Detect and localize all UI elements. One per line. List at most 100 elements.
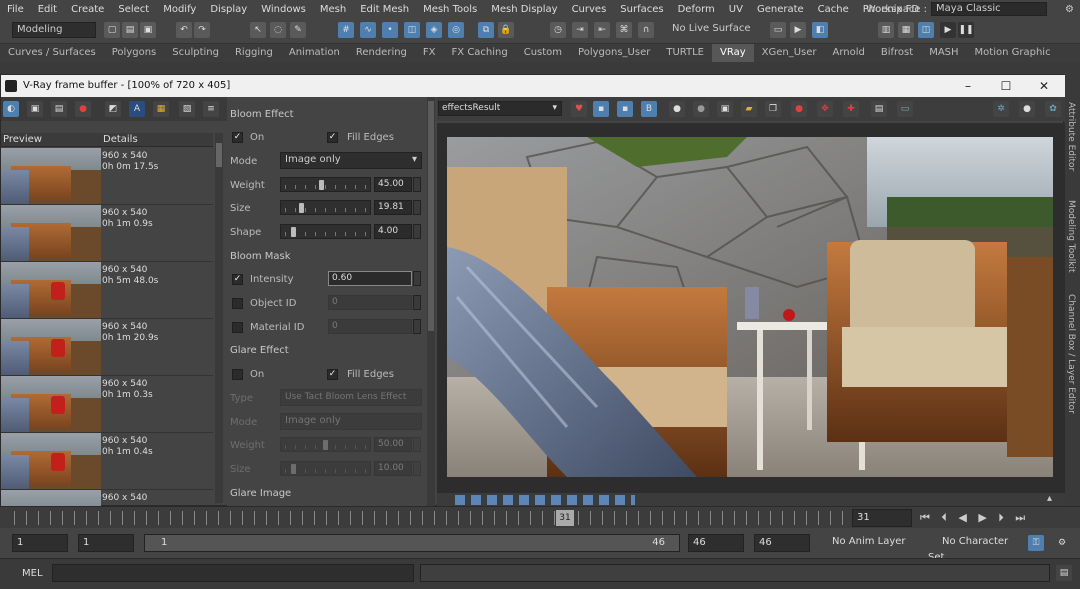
slider-knob[interactable] [290,227,296,237]
sidebyside-icon[interactable]: ▧ [179,101,195,117]
history-item[interactable]: 960 x 540 0h 1m 0.9s [1,205,213,262]
menu-icon[interactable]: ≡ [203,101,219,117]
construction-history-icon[interactable]: ⌘ [616,22,632,38]
glare-weight-spinner[interactable] [413,437,421,452]
ipr-render-icon[interactable]: ▶ [790,22,806,38]
glare-size-field[interactable]: 10.00 [374,461,412,476]
shelf-tab-motion-graphic[interactable]: Motion Graphic [967,44,1059,62]
snap-surface-icon[interactable]: ◈ [426,22,442,38]
shelf-tab-curves-surfaces[interactable]: Curves / Surfaces [0,44,104,62]
sidebar-toggle-1-icon[interactable]: ▥ [878,22,894,38]
bloom-mode-dropdown[interactable]: Image only ▾ [280,152,422,169]
tab-attribute-editor[interactable]: Attribute Editor [1066,102,1076,171]
playback-controls[interactable]: ⏮ ⏴ ◀ ▶ ⏵ ⏭ [920,511,1029,525]
interactive-render-icon[interactable]: ✲ [993,101,1009,117]
command-input[interactable] [52,564,414,582]
object-id-field[interactable]: 0 [328,295,412,310]
history-scrollbar[interactable] [215,133,223,503]
object-id-checkbox[interactable] [232,298,243,309]
start-render-icon[interactable]: ✿ [1045,101,1061,117]
bloom-weight-spinner[interactable] [413,177,421,192]
shelf-tab-xgen-user[interactable]: XGen_User [754,44,825,62]
new-scene-icon[interactable]: ▢ [104,22,120,38]
shelf-tab-animation[interactable]: Animation [281,44,348,62]
shelf-tab-custom[interactable]: Custom [516,44,570,62]
current-frame-marker[interactable]: 31 [556,510,574,526]
render-viewport[interactable] [437,123,1065,493]
snap-live-icon[interactable]: ◎ [448,22,464,38]
play-icon[interactable]: ▶ [940,22,956,38]
menu-mesh[interactable]: Mesh [313,4,353,15]
channel-dropdown[interactable]: effectsResult ▾ [438,101,562,116]
history-scroll-thumb[interactable] [216,143,222,167]
history-item[interactable]: 960 x 540 0h 1m 0.4s [1,433,213,490]
pause-icon[interactable]: ❚❚ [958,22,974,38]
shelf-tab-polygons-user[interactable]: Polygons_User [570,44,658,62]
maximize-icon[interactable]: ☐ [989,75,1023,97]
minimize-icon[interactable]: – [951,75,985,97]
history-icon[interactable]: ◷ [550,22,566,38]
glare-type-dropdown[interactable]: Use Tact Bloom Lens Effect [280,389,422,406]
shelf-tab-bifrost[interactable]: Bifrost [873,44,921,62]
mel-label[interactable]: MEL [22,568,43,579]
open-scene-icon[interactable]: ▤ [122,22,138,38]
save-channel-icon[interactable]: ▣ [717,101,733,117]
shelf-tab-rigging[interactable]: Rigging [227,44,281,62]
live-surface-field[interactable]: No Live Surface [668,22,754,38]
history-item[interactable]: 960 x 540 0h 1m 0.3s [1,376,213,433]
output-icon[interactable]: ▤ [871,101,887,117]
glare-weight-field[interactable]: 50.00 [374,437,412,452]
bloom-shape-slider[interactable] [280,224,371,239]
menu-uv[interactable]: UV [722,4,750,15]
render-frame-icon[interactable]: ▭ [770,22,786,38]
object-id-spinner[interactable] [413,295,421,310]
clear-image-icon[interactable]: ● [791,101,807,117]
bloom-on-checkbox[interactable]: ✓ [232,132,243,143]
bottom-tool-icons[interactable] [455,495,635,505]
lens-effects-icon[interactable]: ▭ [897,101,913,117]
menu-cache[interactable]: Cache [811,4,856,15]
bloom-shape-spinner[interactable] [413,224,421,239]
tab-modeling-toolkit[interactable]: Modeling Toolkit [1066,200,1076,273]
b-compare-icon[interactable]: ▦ [153,101,169,117]
material-id-spinner[interactable] [413,319,421,334]
playback-start-field[interactable]: 1 [78,534,134,552]
mono-icon[interactable]: ● [693,101,709,117]
shelf-tab-vray[interactable]: VRay [712,44,754,62]
glare-fill-edges-checkbox[interactable]: ✓ [327,369,338,380]
menu-select[interactable]: Select [111,4,156,15]
slider-knob[interactable] [318,180,324,190]
shelf-tab-arnold[interactable]: Arnold [825,44,873,62]
key-icon[interactable]: ⚿ [1028,535,1044,551]
bloom-shape-field[interactable]: 4.00 [374,224,412,239]
slider-knob[interactable] [322,440,328,450]
color-corrections-icon[interactable]: ♥ [571,101,587,117]
history-item[interactable]: 960 x 540 0h 5m 48.0s [1,262,213,319]
glare-size-slider[interactable] [280,461,371,476]
playback-end-field[interactable]: 46 [688,534,744,552]
panel-scrollbar[interactable] [427,97,435,507]
glare-size-spinner[interactable] [413,461,421,476]
glare-on-checkbox[interactable] [232,369,243,380]
expand-up-icon[interactable]: ▴ [1047,493,1052,504]
glare-mode-dropdown[interactable]: Image only [280,413,422,430]
load-image-icon[interactable]: ▤ [51,101,67,117]
slider-knob[interactable] [290,464,296,474]
select-tool-icon[interactable]: ↖ [250,22,266,38]
track-mouse-icon[interactable]: ◐ [3,101,19,117]
menu-file[interactable]: File [0,4,31,15]
bloom-size-spinner[interactable] [413,200,421,215]
time-slider[interactable]: 31 31 ⏮ ⏴ ◀ ▶ ⏵ ⏭ [0,506,1080,528]
save-image-icon[interactable]: ▣ [27,101,43,117]
bloom-size-slider[interactable] [280,200,371,215]
script-editor-icon[interactable]: ▤ [1056,565,1072,581]
history-item[interactable]: 960 x 540 0h 0m 17.5s [1,148,213,205]
shelf-tab-turtle[interactable]: TURTLE [658,44,712,62]
folder-icon[interactable]: ▰ [741,101,757,117]
anim-layer-dropdown[interactable]: No Anim Layer [814,534,918,552]
shelf-tab-fx-caching[interactable]: FX Caching [444,44,516,62]
menu-modify[interactable]: Modify [156,4,203,15]
intensity-spinner[interactable] [413,271,421,286]
track-render-icon[interactable]: ✚ [843,101,859,117]
lock-icon[interactable]: 🔒 [498,22,514,38]
